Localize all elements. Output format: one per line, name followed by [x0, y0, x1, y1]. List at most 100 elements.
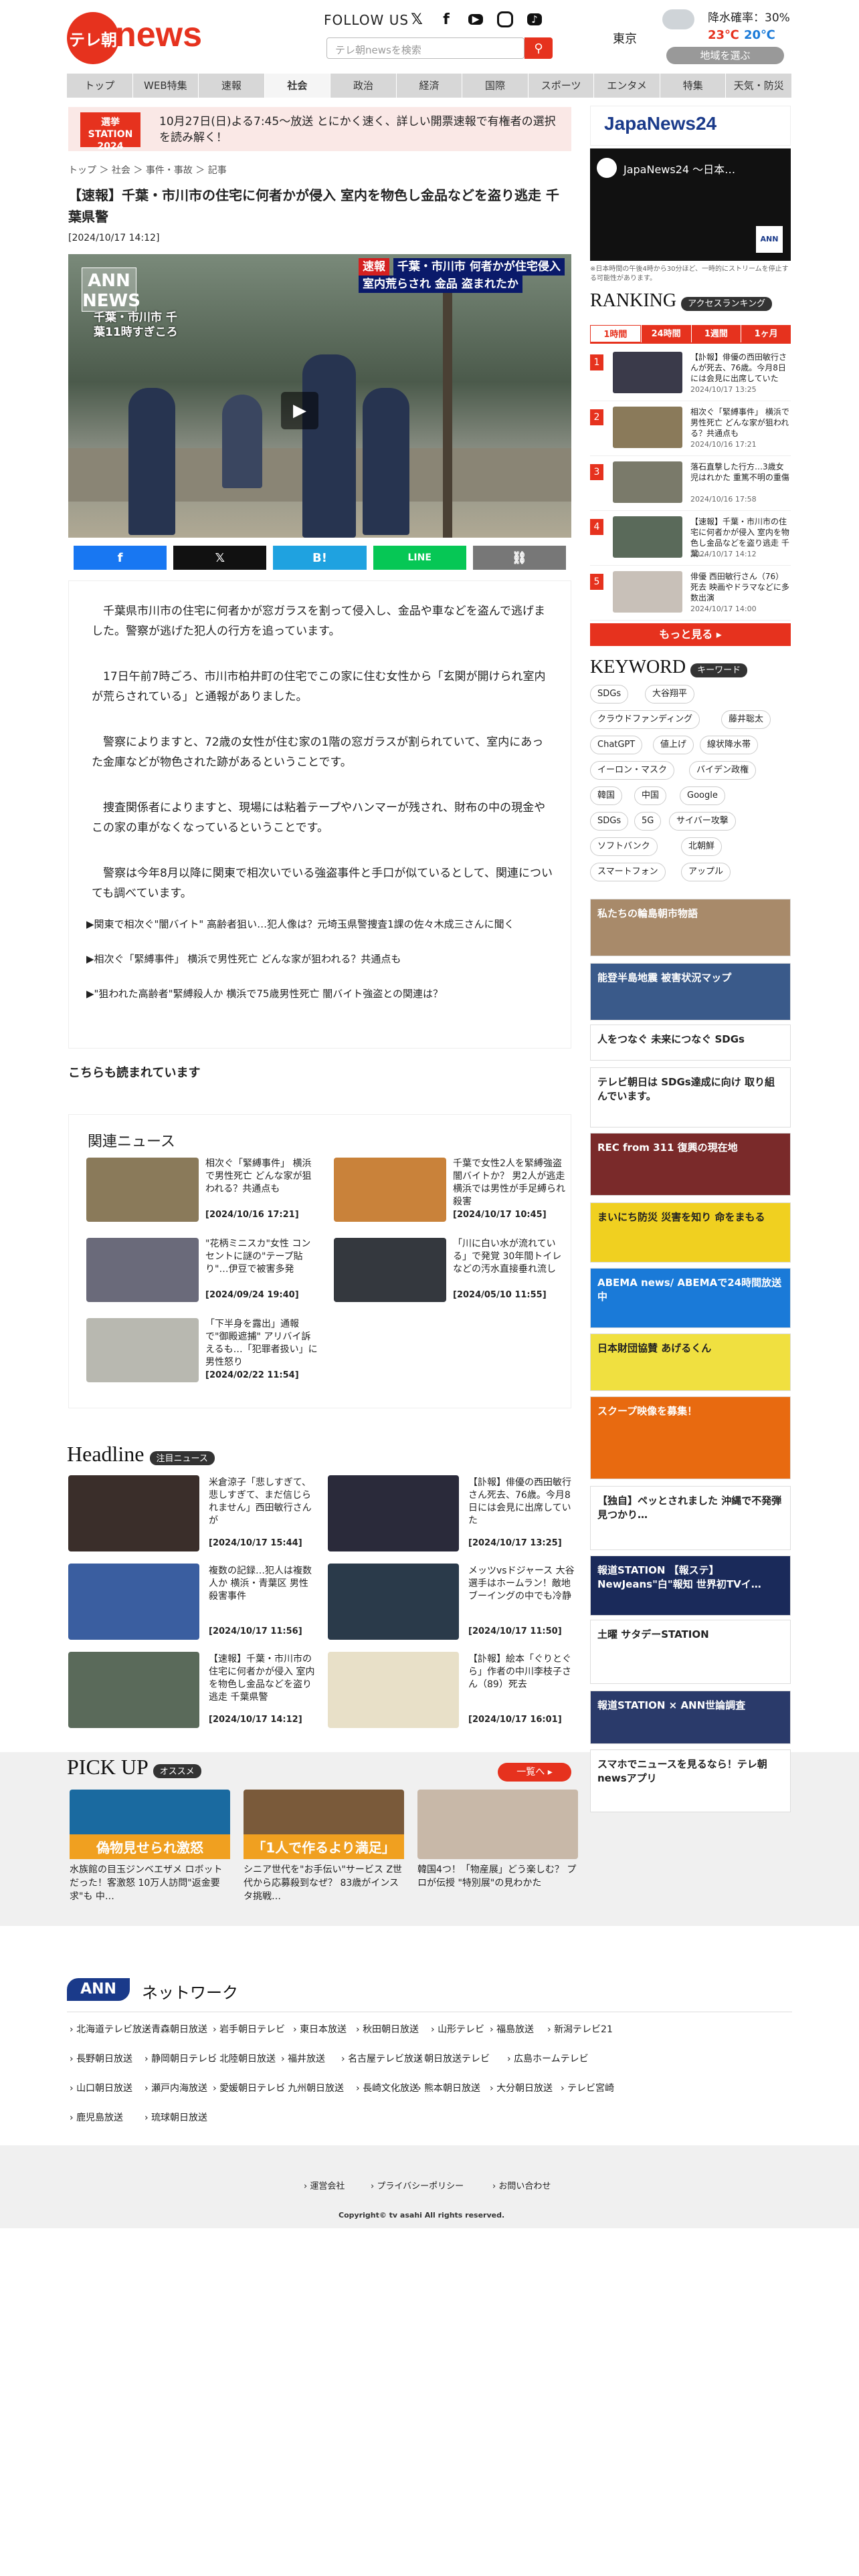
network-station-link[interactable]: › 岩手朝日テレビ: [213, 2022, 285, 2036]
pickup-item[interactable]: 「1人で作るより満足」 シニア世代を"お手伝い"サービス Z世代から応募殺到なぜ？…: [244, 1790, 404, 1902]
ranking-item[interactable]: 4 【速報】千葉・市川市の住宅に何者かが侵入 室内を物色し金品などを盗り逃走 千葉…: [590, 514, 791, 566]
headline-item[interactable]: 【速報】千葉・市川市の住宅に何者かが侵入 室内を物色し金品などを盗り逃走 千葉県…: [68, 1652, 322, 1732]
network-station-link[interactable]: › 名古屋テレビ放送: [341, 2052, 423, 2065]
network-station-link[interactable]: › 北海道テレビ放送: [70, 2022, 151, 2036]
share-x-icon[interactable]: 𝕏: [173, 546, 267, 570]
network-station-link[interactable]: › 瀬戸内海放送: [145, 2081, 207, 2095]
search-input[interactable]: テレ朝newsを検索: [326, 37, 524, 59]
ranking-tab[interactable]: 1ヶ月: [741, 325, 791, 342]
news-logo-text[interactable]: news: [115, 15, 202, 55]
nav-item[interactable]: 国際: [462, 74, 529, 98]
sidebar-banner[interactable]: 人をつなぐ 未来につなぐ SDGs: [590, 1025, 791, 1061]
pickup-more-button[interactable]: 一覧へ ▸: [498, 1763, 571, 1782]
headline-item[interactable]: 複数の記録…犯人は複数人か 横浜・青葉区 男性殺害事件 [2024/10/17 1…: [68, 1564, 322, 1644]
network-station-link[interactable]: › 静岡朝日テレビ: [145, 2052, 217, 2065]
ranking-item[interactable]: 2 相次ぐ「緊縛事件」 横浜で男性死亡 どんな家が狙われる？共通点も 2024/10…: [590, 404, 791, 456]
nav-item[interactable]: 特集: [660, 74, 727, 98]
keyword-chip[interactable]: イーロン・マスク: [590, 761, 675, 780]
sidebar-banner[interactable]: テレビ朝日は SDGs達成に向け 取り組んでいます。: [590, 1067, 791, 1128]
pickup-item[interactable]: 韓国4つ！「物産展」どう楽しむ？ プロが伝授 "特別展"の見わかた: [417, 1790, 578, 1897]
related-news-item[interactable]: 相次ぐ「緊縛事件」 横浜で男性死亡 どんな家が狙われる？共通点も [2024/10…: [86, 1158, 320, 1223]
ranking-item[interactable]: 3 落石直撃した行方…3歳女児はれかた 重篤不明の重傷 2024/10/16 17:…: [590, 459, 791, 511]
keyword-chip[interactable]: スマートフォン: [590, 863, 666, 881]
nav-item[interactable]: 社会: [264, 74, 331, 98]
ranking-tab[interactable]: 24時間: [640, 325, 691, 342]
japannews-video[interactable]: JapaNews24 ～日本… ANN: [590, 148, 791, 261]
nav-item[interactable]: 経済: [397, 74, 463, 98]
related-news-item[interactable]: "花柄ミニスカ"女性 コンセントに謎の"テープ貼り"…伊豆で被害多発 [2024/…: [86, 1238, 320, 1303]
headline-item[interactable]: メッツvsドジャース 大谷選手はホームラン！敵地ブーイングの中でも冷静 [2024…: [328, 1564, 582, 1644]
ranking-tab[interactable]: 1週間: [690, 325, 741, 342]
ranking-item[interactable]: 5 俳優 西田敏行さん（76）死去 映画やドラマなどに多数出演 2024/10/17…: [590, 568, 791, 621]
youtube-icon[interactable]: ▶: [464, 8, 487, 31]
related-link[interactable]: ▶関東で相次ぐ"闇バイト" 高齢者狙い…犯人像は？元埼玉県警捜査1課の佐々木成三…: [86, 917, 555, 931]
sidebar-banner[interactable]: スクープ映像を募集！: [590, 1396, 791, 1479]
headline-item[interactable]: 【訃報】絵本「ぐりとぐら」作者の中川李枝子さん（89）死去 [2024/10/17…: [328, 1652, 582, 1732]
related-news-item[interactable]: 千葉で女性2人を緊縛強盗 闇バイトか？ 男2人が逃走 横浜では男性が手足縛られ殺…: [334, 1158, 568, 1223]
share-facebook-icon[interactable]: f: [74, 546, 167, 570]
network-station-link[interactable]: › 熊本朝日放送: [417, 2081, 480, 2095]
x-icon[interactable]: 𝕏: [405, 8, 428, 31]
network-station-link[interactable]: › 秋田朝日放送: [356, 2022, 419, 2036]
choose-area-button[interactable]: 地域を選ぶ: [666, 47, 784, 64]
keyword-chip[interactable]: 中国: [634, 786, 667, 805]
network-station-link[interactable]: › 青森朝日放送: [145, 2022, 207, 2036]
sidebar-banner[interactable]: 【独自】ペッとされました 沖縄で不発弾見つかり…: [590, 1486, 791, 1550]
keyword-chip[interactable]: Google: [680, 786, 725, 805]
keyword-chip[interactable]: ChatGPT: [590, 736, 643, 754]
tvasahi-logo[interactable]: テレ朝: [67, 12, 119, 64]
footer-link[interactable]: › 運営会社: [304, 2179, 345, 2191]
play-icon[interactable]: ▶: [281, 392, 318, 429]
breadcrumb-item[interactable]: 社会: [112, 165, 130, 176]
copy-link-icon[interactable]: ⛓: [472, 546, 567, 570]
nav-item[interactable]: 速報: [199, 74, 265, 98]
network-station-link[interactable]: › 琉球朝日放送: [145, 2111, 207, 2124]
nav-item[interactable]: スポーツ: [529, 74, 595, 98]
breadcrumb-item[interactable]: トップ: [68, 165, 96, 176]
share-line-icon[interactable]: LINE: [373, 546, 466, 570]
footer-link[interactable]: › お問い合わせ: [492, 2179, 551, 2191]
nav-item[interactable]: トップ: [67, 74, 133, 98]
keyword-chip[interactable]: アップル: [681, 863, 731, 881]
search-icon[interactable]: ⚲: [524, 37, 553, 59]
facebook-icon[interactable]: f: [435, 8, 458, 31]
ranking-tab[interactable]: 1時間: [590, 325, 641, 342]
ranking-item[interactable]: 1 【訃報】俳優の西田敏行さんが死去、76歳。今月8日には会見に出席していた 202…: [590, 349, 791, 401]
keyword-chip[interactable]: SDGs: [590, 812, 629, 831]
japannews-logo-box[interactable]: JapaNews24: [590, 106, 791, 146]
sidebar-banner[interactable]: まいにち防災 災害を知り 命をまもる: [590, 1202, 791, 1263]
related-link[interactable]: ▶"狙われた高齢者"緊縛殺人か 横浜で75歳男性死亡 闇バイト強盗との関連は？: [86, 986, 555, 1000]
sidebar-banner[interactable]: 土曜 サタデーSTATION: [590, 1620, 791, 1684]
instagram-icon[interactable]: [494, 8, 516, 31]
network-station-link[interactable]: › 山口朝日放送: [70, 2081, 132, 2095]
network-station-link[interactable]: › 九州朝日放送: [281, 2081, 344, 2095]
ranking-more-button[interactable]: もっと見る ▸: [590, 623, 791, 646]
network-station-link[interactable]: › 鹿児島放送: [70, 2111, 123, 2124]
keyword-chip[interactable]: バイデン政権: [689, 761, 757, 780]
footer-link[interactable]: › プライバシーポリシー: [371, 2179, 464, 2191]
network-station-link[interactable]: › 福島放送: [490, 2022, 534, 2036]
article-video[interactable]: [68, 254, 571, 538]
network-station-link[interactable]: › 広島ホームテレビ: [507, 2052, 589, 2065]
breadcrumb-item[interactable]: 事件・事故: [146, 165, 193, 176]
nav-item[interactable]: 天気・防災: [726, 74, 793, 98]
sidebar-banner[interactable]: 私たちの輪島朝市物語: [590, 899, 791, 956]
sidebar-banner[interactable]: スマホでニュースを見るなら！テレ朝newsアプリ: [590, 1749, 791, 1812]
headline-item[interactable]: 【訃報】俳優の西田敏行さん死去、76歳。今月8日には会見に出席していた [2024…: [328, 1475, 582, 1555]
network-station-link[interactable]: › 福井放送: [281, 2052, 325, 2065]
sidebar-banner[interactable]: 報道STATION 【報ステ】 NewJeans"白"報知 世界初TVイ…: [590, 1555, 791, 1616]
related-link[interactable]: ▶相次ぐ「緊縛事件」 横浜で男性死亡 どんな家が狙われる？共通点も: [86, 952, 555, 966]
network-station-link[interactable]: › 愛媛朝日テレビ: [213, 2081, 285, 2095]
tiktok-icon[interactable]: ♪: [523, 8, 546, 31]
sidebar-banner[interactable]: 報道STATION × ANN世論調査: [590, 1691, 791, 1744]
keyword-chip[interactable]: 5G: [634, 812, 662, 831]
keyword-chip[interactable]: 値上げ: [653, 736, 694, 754]
network-station-link[interactable]: › 長崎文化放送: [356, 2081, 419, 2095]
network-station-link[interactable]: › 北陸朝日放送: [213, 2052, 276, 2065]
share-hatena-icon[interactable]: B!: [273, 546, 367, 570]
sidebar-banner[interactable]: 能登半島地震 被害状況マップ: [590, 963, 791, 1021]
network-station-link[interactable]: › 新潟テレビ21: [547, 2022, 613, 2036]
keyword-chip[interactable]: 藤井聡太: [721, 710, 771, 729]
network-station-link[interactable]: › 山形テレビ: [431, 2022, 484, 2036]
nav-item[interactable]: エンタメ: [594, 74, 660, 98]
